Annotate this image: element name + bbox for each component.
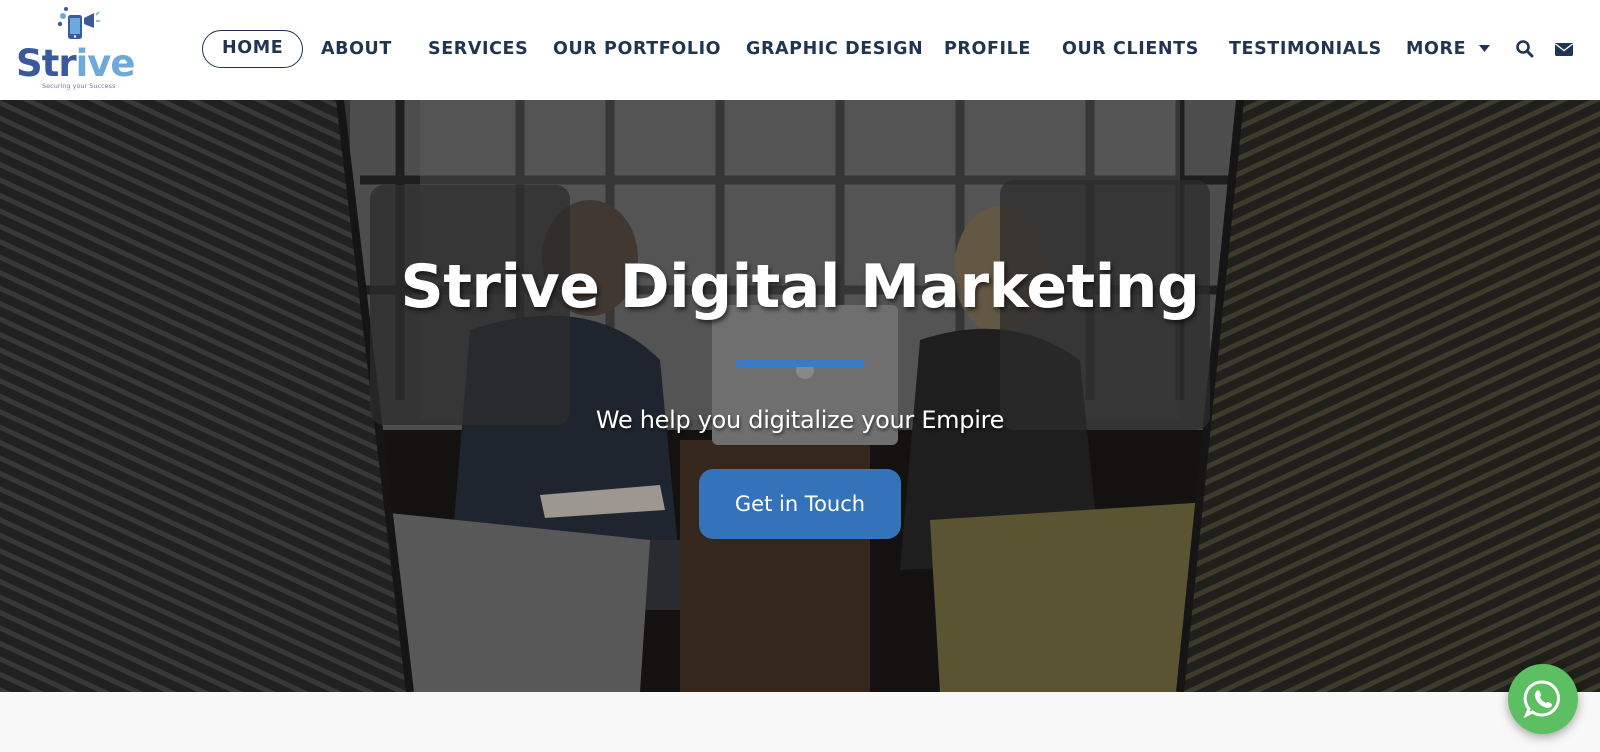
nav-item-graphic-design[interactable]: GRAPHIC DESIGN [746, 30, 923, 68]
get-in-touch-button[interactable]: Get in Touch [699, 469, 901, 539]
caret-down-icon [1478, 45, 1490, 52]
hero-title: Strive Digital Marketing [400, 252, 1200, 322]
site-header: Strive Securing your Success HOME ABOUT … [0, 0, 1600, 100]
hero-accent-bar [736, 360, 864, 367]
nav-item-services[interactable]: SERVICES [428, 30, 528, 68]
logo-tagline: Securing your Success [42, 82, 116, 90]
nav-item-about[interactable]: ABOUT [321, 30, 392, 68]
hero-section: Strive Digital Marketing We help you dig… [0, 100, 1600, 692]
search-icon[interactable] [1515, 39, 1535, 59]
hero-subtitle: We help you digitalize your Empire [595, 406, 1005, 434]
whatsapp-icon [1523, 680, 1560, 719]
nav-item-our-clients[interactable]: OUR CLIENTS [1062, 30, 1199, 68]
nav-item-home[interactable]: HOME [202, 30, 304, 68]
hero-overlay [0, 100, 1600, 692]
nav-item-our-portfolio[interactable]: OUR PORTFOLIO [553, 30, 721, 68]
nav-item-profile[interactable]: PROFILE [944, 30, 1031, 68]
envelope-icon[interactable] [1554, 39, 1574, 59]
whatsapp-button[interactable] [1508, 664, 1578, 734]
main-nav: HOME ABOUT SERVICES OUR PORTFOLIO GRAPHI… [0, 30, 1600, 68]
nav-item-testimonials[interactable]: TESTIMONIALS [1229, 30, 1382, 68]
nav-item-more-label: MORE [1406, 39, 1467, 59]
nav-item-more[interactable]: MORE [1406, 30, 1490, 68]
